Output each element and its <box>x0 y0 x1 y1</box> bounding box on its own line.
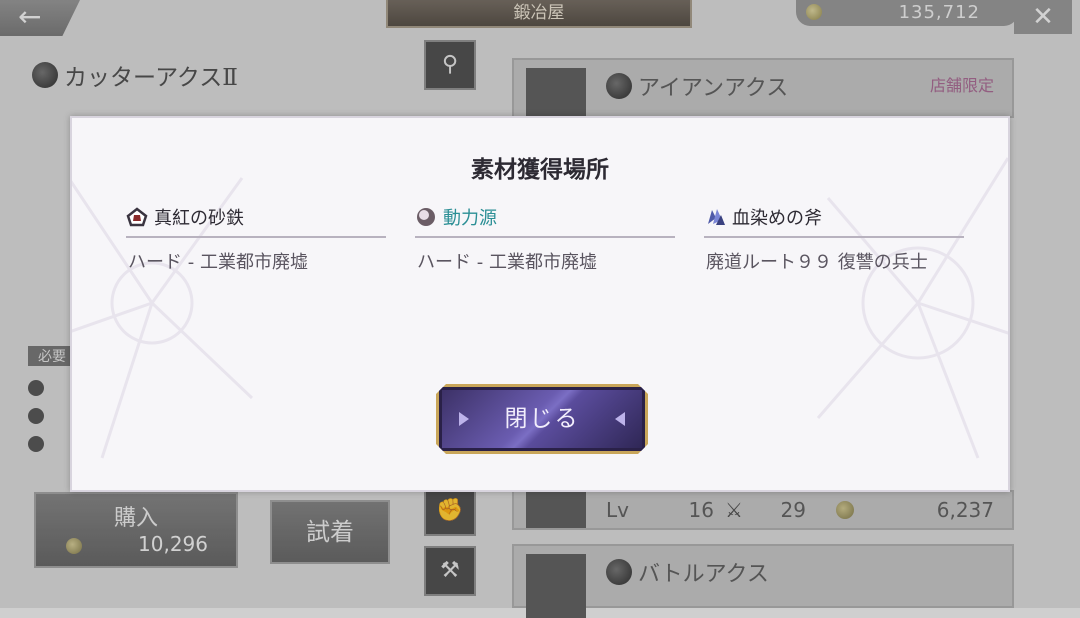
material-name: 血染めの斧 <box>732 208 822 229</box>
dialog-title: 素材獲得場所 <box>471 156 609 183</box>
material-location: 廃道ルート９９ 復讐の兵士 <box>706 252 928 273</box>
power-orb-icon <box>417 208 435 226</box>
material-header: 動力源 <box>415 204 675 238</box>
ornament-right <box>816 157 1008 459</box>
material-location: ハード - 工業都市廃墟 <box>417 252 597 273</box>
ornament-left <box>72 177 254 459</box>
close-button-label: 閉じる <box>504 406 580 432</box>
material-header: 真紅の砂鉄 <box>126 204 386 238</box>
crimson-ore-icon <box>126 207 148 227</box>
crystal-icon <box>708 209 725 225</box>
material-column: 動力源 ハード - 工業都市廃墟 <box>415 204 675 274</box>
material-name: 真紅の砂鉄 <box>154 208 244 229</box>
material-header: 血染めの斧 <box>704 204 964 238</box>
material-source-dialog: 素材獲得場所 真紅の砂鉄 ハード - 工業都市廃墟 動力源 ハード - 工業都市… <box>70 116 1010 492</box>
material-column: 真紅の砂鉄 ハード - 工業都市廃墟 <box>126 204 386 274</box>
material-name: 動力源 <box>443 208 497 229</box>
close-dialog-button[interactable]: 閉じる <box>436 384 648 454</box>
material-column: 血染めの斧 廃道ルート９９ 復讐の兵士 <box>704 204 964 274</box>
material-location: ハード - 工業都市廃墟 <box>128 252 308 273</box>
